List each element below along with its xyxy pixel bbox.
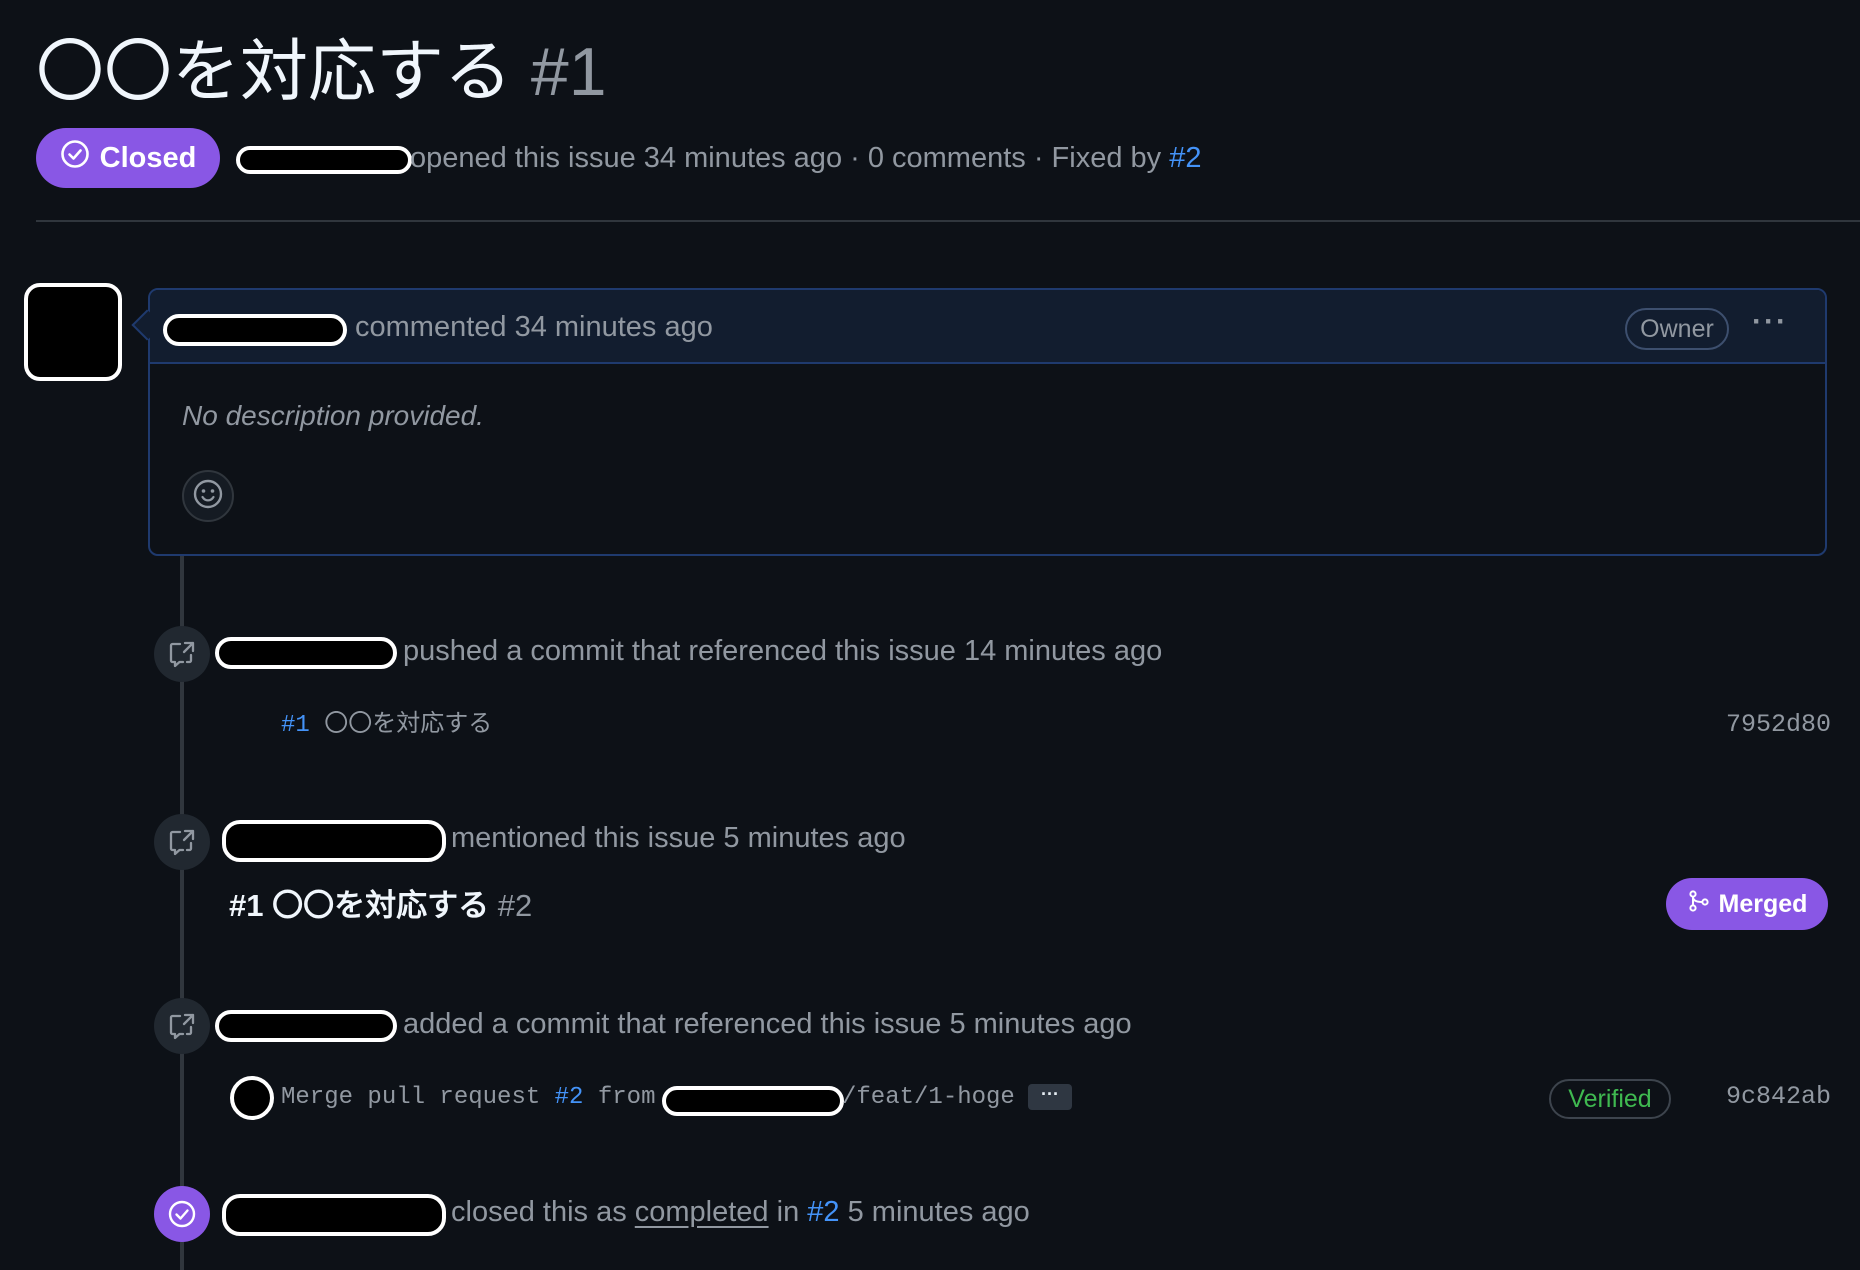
header-divider	[36, 220, 1860, 222]
commit-branch-owner-redacted	[662, 1086, 844, 1116]
commit-from[interactable]: from	[598, 1084, 656, 1111]
merged-label: Merged	[1718, 889, 1808, 918]
pr-ref: #1	[229, 888, 264, 923]
commit-issue-link[interactable]: #1	[281, 712, 310, 739]
status-label: Closed	[99, 141, 197, 174]
smiley-icon	[192, 478, 224, 515]
merged-badge: Merged	[1666, 878, 1828, 930]
event3-actor-redacted[interactable]	[215, 1010, 397, 1042]
check-circle-icon	[60, 139, 90, 177]
author-name-redacted[interactable]	[236, 146, 412, 174]
issue-title: 〇〇を対応する	[36, 34, 513, 110]
status-badge-closed: Closed	[36, 128, 220, 188]
closed-text-before: closed this as	[451, 1196, 627, 1228]
commit-message[interactable]: 〇〇を対応する	[324, 712, 492, 739]
author-avatar[interactable]	[24, 283, 122, 381]
commit-sha[interactable]: 7952d80	[1726, 710, 1831, 739]
fixed-by-link[interactable]: #2	[1169, 142, 1201, 174]
event2-actor-redacted[interactable]	[222, 820, 446, 862]
git-merge-icon	[1687, 889, 1711, 920]
event1-actor-redacted[interactable]	[215, 637, 397, 669]
event3-text: added a commit that referenced this issu…	[403, 1008, 1132, 1040]
event4-actor-redacted[interactable]	[222, 1194, 446, 1236]
issue-number: #1	[530, 34, 607, 110]
comment-meta: commented 34 minutes ago	[355, 311, 713, 343]
commit-pr-link[interactable]: #2	[555, 1084, 584, 1111]
event3-commit-row: Merge pull request #2 from	[281, 1082, 655, 1114]
expand-commit-button[interactable]: ···	[1028, 1084, 1072, 1110]
pr-number: #2	[497, 888, 533, 923]
commit-branch[interactable]: /feat/1-hoge	[842, 1082, 1015, 1114]
add-reaction-button[interactable]	[182, 470, 234, 522]
page-title: 〇〇を対応する #1	[36, 30, 607, 114]
owner-badge: Owner	[1625, 308, 1729, 350]
event2-text: mentioned this issue 5 minutes ago	[451, 822, 906, 854]
event1-text: pushed a commit that referenced this iss…	[403, 635, 1163, 667]
event1-commit-row: #1 〇〇を対応する	[281, 710, 492, 742]
event4-text: closed this as completed in #2 5 minutes…	[451, 1192, 1030, 1232]
completed-link[interactable]: completed	[635, 1196, 769, 1228]
closed-text-in: in	[776, 1196, 800, 1228]
commit-prefix[interactable]: Merge pull request	[281, 1084, 540, 1111]
cross-reference-icon	[154, 998, 210, 1054]
pr-title-text: 〇〇を対応する	[272, 888, 490, 923]
cross-reference-icon	[154, 626, 210, 682]
mentioned-pr-title[interactable]: #1 〇〇を対応する #2	[229, 880, 532, 925]
verified-badge[interactable]: Verified	[1549, 1079, 1671, 1119]
comment-author-redacted[interactable]	[163, 314, 347, 346]
closed-text-after: 5 minutes ago	[847, 1196, 1030, 1228]
closing-pr-link[interactable]: #2	[807, 1196, 839, 1228]
issue-meta: opened this issue 34 minutes ago · 0 com…	[410, 138, 1201, 178]
closed-check-icon	[154, 1186, 210, 1242]
commit-author-avatar[interactable]	[230, 1076, 274, 1120]
comment-body: No description provided.	[182, 400, 484, 431]
cross-reference-icon	[154, 814, 210, 870]
commit-sha[interactable]: 9c842ab	[1726, 1082, 1831, 1111]
meta-opened-text: opened this issue 34 minutes ago · 0 com…	[410, 142, 1162, 174]
comment-options-button[interactable]: ···	[1748, 304, 1792, 344]
